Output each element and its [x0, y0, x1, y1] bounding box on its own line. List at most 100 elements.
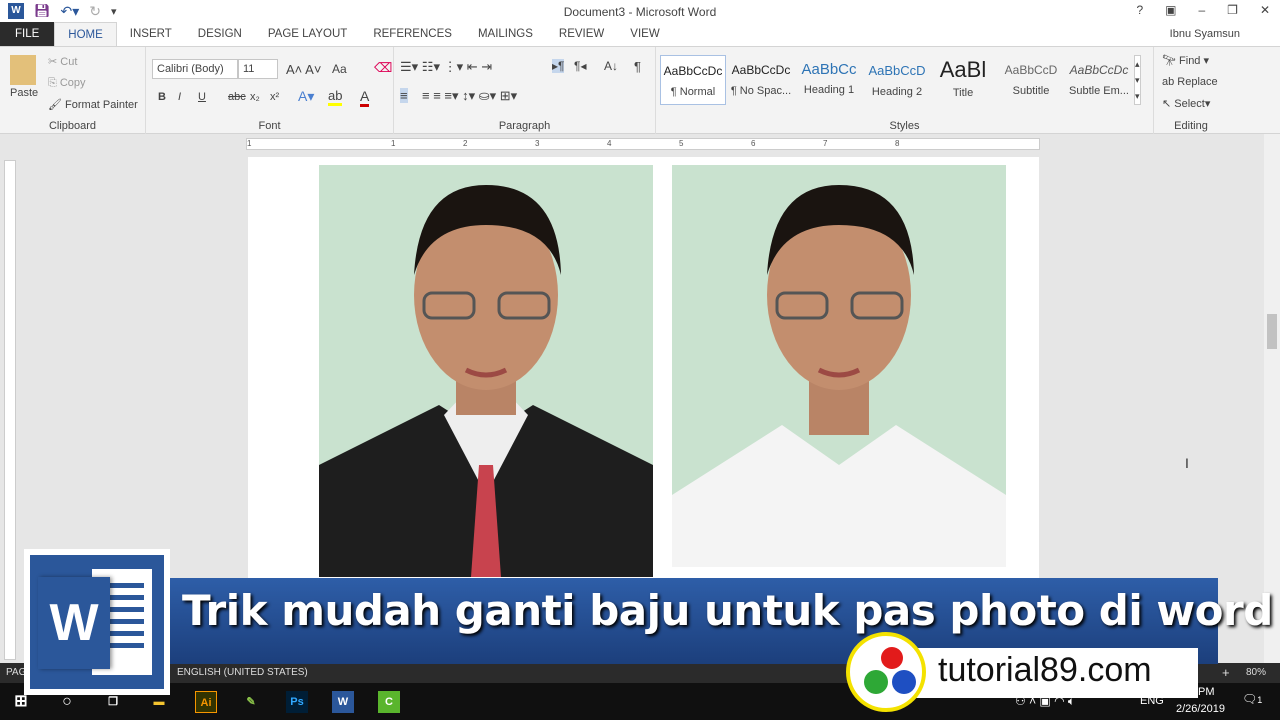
subscript-button[interactable]: x₂ [250, 91, 260, 103]
tab-view[interactable]: VIEW [617, 22, 672, 46]
scrollbar-thumb[interactable] [1267, 314, 1277, 349]
ribbon: Paste ✂ Cut ⎘ Copy 🖌︎ Format Painter Cli… [0, 46, 1280, 134]
style-name: Subtitle [1012, 85, 1050, 97]
rtl-icon[interactable]: ¶◂ [574, 59, 586, 73]
minimize-button[interactable]: – [1198, 3, 1205, 17]
clock-date[interactable]: 2/26/2019 [1176, 703, 1225, 715]
notification-count: 1 [1257, 695, 1263, 705]
tab-home[interactable]: HOME [54, 22, 117, 46]
restore-button[interactable]: ❐ [1227, 3, 1238, 17]
ltr-icon[interactable]: ▸¶ [552, 59, 565, 73]
editing-group: 🔭︎ Find ▾ ab Replace ↖ Select▾ Editing [1154, 47, 1228, 134]
cut-button[interactable]: ✂ Cut [48, 55, 77, 68]
language-indicator[interactable]: ENGLISH (UNITED STATES) [177, 667, 308, 678]
grow-font-icon[interactable]: A˄ A˅ [286, 62, 321, 77]
style-heading-1[interactable]: AaBbCc Heading 1 [796, 55, 862, 105]
clipboard-group: Paste ✂ Cut ⎘ Copy 🖌︎ Format Painter Cli… [0, 47, 146, 134]
select-label: Select [1174, 98, 1205, 110]
replace-button[interactable]: ab Replace [1162, 76, 1218, 88]
underline-button[interactable]: U [198, 91, 206, 103]
paragraph-group: ☰▾ ☷▾ ⋮▾ ⇤ ⇥ ▸¶ ¶◂ A↓ ¶ ≡ ≡ ≡ ≡▾ ↕▾ ⛀▾ ⊞… [394, 47, 656, 134]
font-color-icon[interactable]: A [360, 88, 370, 107]
tab-references[interactable]: REFERENCES [360, 22, 465, 46]
text-cursor-icon: I [1185, 455, 1189, 471]
notifications-icon[interactable]: 🗨︎1 [1242, 692, 1262, 706]
word-app-icon: W [8, 3, 24, 19]
customize-qa-icon[interactable]: ▾ [111, 5, 117, 18]
photoshop-icon[interactable]: Ps [286, 691, 308, 713]
style-subtle-emphasis[interactable]: AaBbCcDc Subtle Em... [1066, 55, 1132, 105]
illustrator-icon[interactable]: Ai [195, 691, 217, 713]
text-effects-icon[interactable]: A▾ [298, 88, 314, 105]
ruler-tick: 4 [607, 139, 612, 148]
help-button[interactable]: ? [1136, 3, 1143, 17]
copy-button[interactable]: ⎘ Copy [48, 77, 86, 90]
superscript-button[interactable]: x² [270, 91, 279, 103]
clock-time[interactable]: PM [1198, 686, 1215, 698]
notepad-icon[interactable]: ✎ [240, 691, 262, 713]
highlight-icon[interactable]: ab [328, 88, 343, 106]
find-label: Find [1179, 55, 1201, 67]
style-normal[interactable]: AaBbCcDc ¶ Normal [660, 55, 726, 105]
user-name[interactable]: Ibnu Syamsun [1170, 28, 1240, 40]
sort-icon[interactable]: A↓ [604, 59, 618, 73]
bullets-icon[interactable]: ☰▾ ☷▾ ⋮▾ ⇤ ⇥ [400, 59, 492, 75]
style-no-spacing[interactable]: AaBbCcDc ¶ No Spac... [728, 55, 794, 105]
style-title[interactable]: AaBl Title [930, 55, 996, 105]
tab-design[interactable]: DESIGN [185, 22, 255, 46]
photo-suit[interactable] [319, 165, 653, 577]
undo-icon[interactable]: ↶▾ [61, 3, 80, 20]
replace-label: Replace [1177, 76, 1218, 88]
zoom-in-icon[interactable]: + [1222, 665, 1230, 680]
camtasia-icon[interactable]: C [378, 691, 400, 713]
styles-scroll[interactable]: ▴ ▾ ▾ [1134, 55, 1141, 105]
select-button[interactable]: ↖ Select▾ [1162, 97, 1210, 110]
photo-white-shirt[interactable] [672, 165, 1006, 567]
font-label: Font [258, 120, 281, 132]
format-painter-button[interactable]: 🖌︎ Format Painter [48, 98, 138, 111]
word-taskbar-icon[interactable]: W [332, 691, 354, 713]
tutorial89-logo [846, 632, 926, 712]
styles-group: AaBbCcDc ¶ Normal AaBbCcDc ¶ No Spac... Aa… [656, 47, 1154, 134]
ribbon-tabs: FILE HOME INSERT DESIGN PAGE LAYOUT REFE… [0, 22, 1280, 46]
ribbon-options-icon[interactable]: ▣ [1165, 3, 1176, 17]
save-icon[interactable]: 💾︎ [34, 3, 51, 19]
tab-file[interactable]: FILE [0, 22, 55, 46]
tab-page-layout[interactable]: PAGE LAYOUT [255, 22, 360, 46]
vertical-ruler[interactable] [4, 160, 16, 660]
zoom-level[interactable]: 80% [1246, 667, 1266, 678]
style-preview: AaBbCcD [1004, 63, 1058, 77]
italic-button[interactable]: I [178, 91, 181, 103]
clear-formatting-icon[interactable]: ⌫ [374, 60, 392, 76]
redo-icon[interactable]: ↻ [89, 3, 101, 20]
style-heading-2[interactable]: AaBbCcD Heading 2 [864, 55, 930, 105]
ruler-tick: 5 [679, 139, 684, 148]
ruler-tick: 2 [463, 139, 468, 148]
paragraph-label: Paragraph [498, 120, 551, 132]
paste-button[interactable]: Paste [10, 87, 38, 99]
style-subtitle[interactable]: AaBbCcD Subtitle [998, 55, 1064, 105]
word-w-letter: W [38, 577, 110, 669]
tab-insert[interactable]: INSERT [117, 22, 185, 46]
align-center-icon[interactable]: ≡ ≡ ≡▾ ↕▾ ⛀▾ ⊞▾ [422, 88, 517, 104]
vertical-scrollbar[interactable] [1264, 134, 1280, 664]
ruler-tick: 8 [895, 139, 900, 148]
find-button[interactable]: 🔭︎ Find ▾ [1162, 54, 1209, 67]
tab-review[interactable]: REVIEW [546, 22, 617, 46]
change-case-button[interactable]: Aa [332, 62, 347, 76]
font-size-select[interactable]: 11 [238, 59, 278, 79]
bold-button[interactable]: B [158, 91, 166, 103]
style-preview: AaBbCcD [868, 63, 926, 78]
copy-label: Copy [59, 77, 86, 89]
font-name-select[interactable]: Calibri (Body) [152, 59, 238, 79]
word-logo: W [24, 549, 170, 695]
align-left-icon[interactable]: ≡ [400, 88, 408, 103]
horizontal-ruler[interactable]: 1 1 2 3 4 5 6 7 8 [246, 138, 1040, 150]
font-group: Calibri (Body) 11 A˄ A˅ Aa ⌫ B I U abc x… [146, 47, 394, 134]
strikethrough-button[interactable]: abc [228, 91, 246, 103]
paste-icon[interactable] [10, 55, 36, 85]
tab-mailings[interactable]: MAILINGS [465, 22, 546, 46]
show-marks-button[interactable]: ¶ [634, 59, 641, 74]
style-name: Title [952, 87, 974, 99]
close-button[interactable]: ✕ [1260, 3, 1270, 17]
